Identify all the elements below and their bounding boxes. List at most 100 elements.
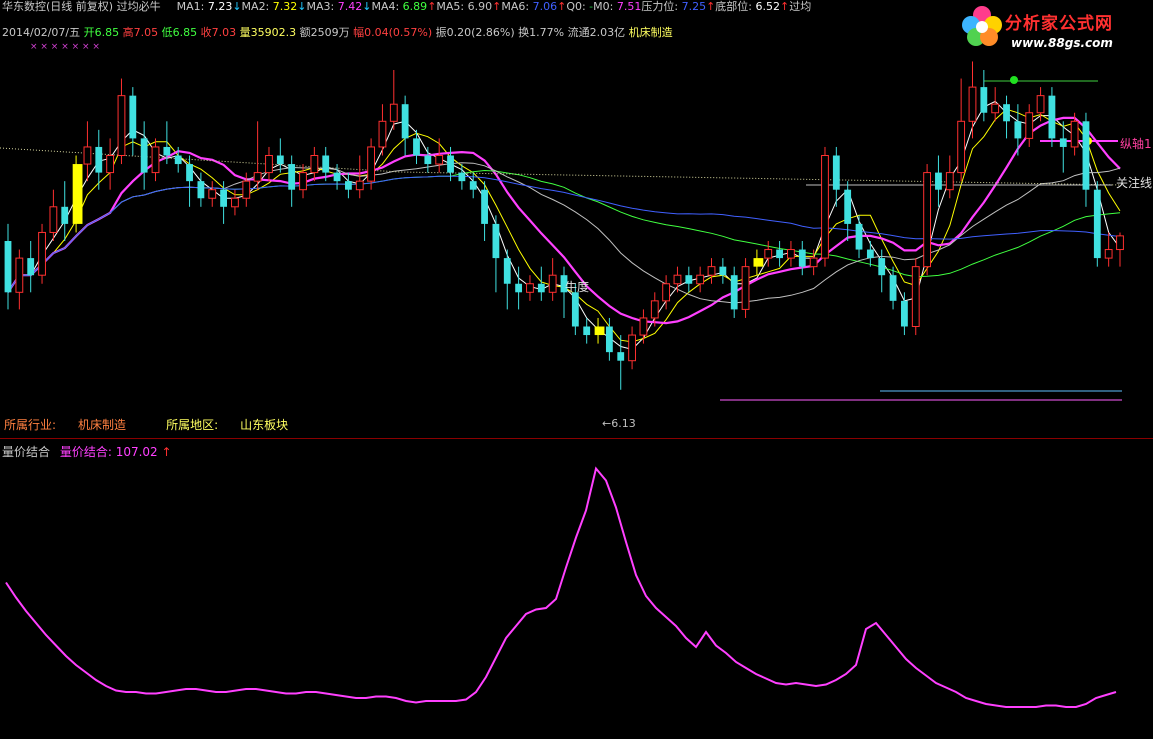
candle-body	[1104, 249, 1113, 259]
candle-body	[265, 155, 273, 174]
indicator-ma5: MA5: 6.90↑	[436, 0, 501, 14]
quote-field: 幅0.04(0.57%)	[353, 26, 436, 39]
candle-body	[639, 317, 648, 336]
candle-body	[288, 164, 296, 190]
candle-body	[345, 181, 352, 190]
candle-body	[333, 172, 341, 182]
candle-body	[526, 283, 534, 293]
indicator-value: 6.89	[399, 0, 428, 13]
indicator-value: 7.42	[334, 0, 363, 13]
candle-body	[481, 189, 488, 224]
indicator-value: 6.90	[464, 0, 493, 13]
candle-body	[787, 249, 795, 259]
candle-body	[220, 189, 227, 207]
indicator-arrow: ↓	[297, 0, 307, 13]
candle-body	[197, 181, 205, 199]
candle-body	[231, 197, 239, 208]
indicator-ma2: MA2: 7.32↓	[242, 0, 307, 14]
candle-body	[38, 231, 46, 276]
candle-body	[106, 155, 115, 174]
indicator-ma1: MA1: 7.23↓	[177, 0, 242, 14]
candle-body	[662, 283, 671, 302]
quote-field: 额2509万	[299, 26, 354, 39]
indicator-value: 7.25	[678, 0, 707, 13]
indicator-arrow: ↑	[492, 0, 502, 13]
indicator-底部位: 底部位: 6.52↑	[715, 0, 789, 14]
candle-body	[889, 275, 897, 301]
candle-body	[503, 258, 511, 284]
candle-body	[730, 275, 738, 310]
candle-body	[583, 326, 591, 336]
quote-row: 2014/02/07/五 开6.85 高7.05 低6.85 收7.03 量35…	[2, 26, 673, 40]
indicator-name: MA6:	[501, 0, 530, 13]
candle-body	[72, 164, 83, 224]
candle-body	[117, 95, 126, 156]
subchart-name: 量价结合	[2, 445, 51, 459]
quote-field: 机床制造	[628, 26, 673, 39]
niu-label: 牛度	[565, 280, 590, 294]
candle-body	[1116, 235, 1124, 251]
quote-field: 振0.20(2.86%)	[435, 26, 519, 39]
quote-field: 换1.77%	[518, 26, 568, 39]
industry-field: 所属地区:	[166, 418, 219, 432]
candle-body	[186, 164, 193, 182]
candle-body	[389, 103, 398, 122]
candle-body	[957, 120, 966, 174]
stock-chart[interactable]: 华东数控(日线 前复权) 过均必牛 MA1: 7.23↓MA2: 7.32↓MA3…	[0, 0, 1153, 739]
candle-body	[832, 155, 840, 190]
subchart-label: 量价结合: 107.02	[59, 445, 158, 459]
candle-body	[242, 180, 251, 199]
candle-body	[492, 223, 500, 259]
candle-body	[49, 206, 58, 233]
candle-body	[809, 257, 818, 268]
indicator-value: 7.23	[204, 0, 233, 13]
candle-body	[548, 274, 557, 293]
candle-body	[617, 352, 625, 361]
industry-field: 所属行业:	[4, 418, 57, 432]
indicator-arrow: ↑	[557, 0, 567, 13]
candle-body	[1070, 120, 1079, 148]
candle-body	[310, 155, 319, 174]
indicator-arrow: ↓	[232, 0, 242, 13]
indicator-name: 压力位:	[641, 0, 679, 13]
quote-field: 低6.85	[161, 26, 201, 39]
candle-body	[798, 249, 806, 267]
candle-body	[866, 249, 874, 259]
flower-logo-icon	[962, 6, 1002, 46]
candle-body	[447, 155, 454, 173]
indicator-arrow: ↑	[427, 0, 437, 13]
candle-body	[571, 292, 579, 327]
indicator-arrow: ↑	[780, 0, 790, 13]
price-chart-svg[interactable]	[0, 0, 1153, 739]
candle-body	[821, 155, 829, 259]
quote-field: 量35902.3	[239, 26, 300, 39]
candle-body	[991, 103, 1000, 114]
indicator-name: MA5:	[436, 0, 465, 13]
candle-body	[901, 300, 908, 327]
indicator-value: 6.52	[752, 0, 781, 13]
candle-body	[401, 104, 409, 139]
candle-body	[1003, 104, 1010, 122]
candle-body	[299, 172, 307, 191]
candle-body	[719, 266, 727, 276]
candle-body	[61, 206, 69, 224]
candle-body	[911, 266, 920, 327]
indicator-name: MA1:	[176, 0, 205, 13]
candle-body	[4, 241, 12, 293]
candle-body	[140, 138, 148, 173]
title-part: 过均必牛	[113, 0, 161, 13]
indicator-name: 底部位:	[715, 0, 753, 13]
logo-title: 分析家公式网	[1005, 14, 1113, 34]
indicator-ma6: MA6: 7.06↑	[501, 0, 566, 14]
candle-body	[878, 258, 886, 276]
indicator-value: 7.06	[529, 0, 558, 13]
candle-body	[707, 266, 716, 276]
candle-body	[1048, 95, 1056, 139]
candle-body	[413, 138, 420, 156]
candle-body	[1014, 121, 1022, 139]
site-logo[interactable]: 分析家公式网 www.88gs.com	[959, 3, 1147, 53]
candle-body	[673, 274, 682, 285]
industry-field: 机床制造	[78, 418, 127, 432]
quote-field: 流通2.03亿	[567, 26, 629, 39]
quote-field: 2014/02/07/五	[2, 26, 84, 39]
